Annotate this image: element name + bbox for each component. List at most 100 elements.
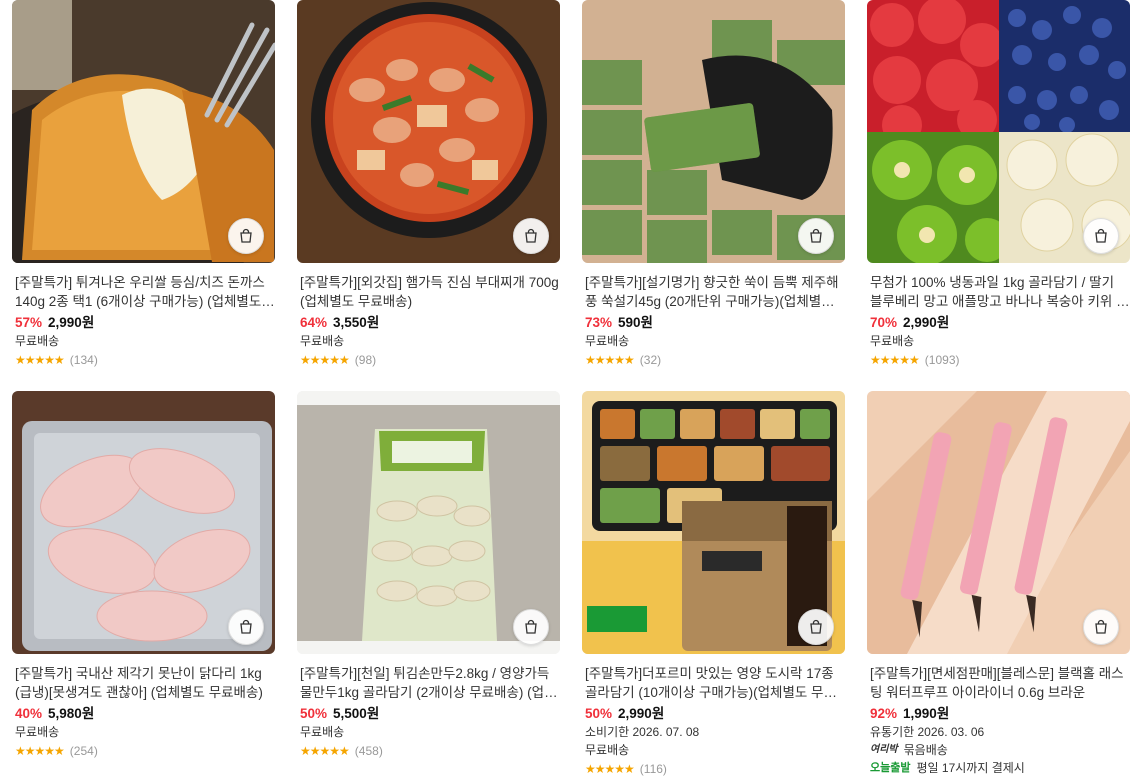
product-card[interactable]: [주말특가][설기명가] 향긋한 쑥이 듬뿍 제주해풍 쑥설기45g (20개단… <box>582 0 845 369</box>
bundle-shipping: 여리박 묶음배송 <box>870 741 1130 759</box>
price-row: 70% 2,990원 <box>870 313 1130 332</box>
shipping-info: 무료배송 <box>15 334 60 348</box>
rating: ★★★★★ (98) <box>300 351 560 369</box>
price-row: 73% 590원 <box>585 313 845 332</box>
review-count: (32) <box>639 353 662 367</box>
shopping-bag-icon <box>240 228 252 243</box>
rating: ★★★★★ (458) <box>300 742 560 760</box>
product-title[interactable]: [주말특가][면세점판매][블레스문] 블랙홀 래스팅 워터프루프 아이라이너 … <box>870 664 1130 702</box>
product-title[interactable]: [주말특가][설기명가] 향긋한 쑥이 듬뿍 제주해풍 쑥설기45g (20개단… <box>585 273 845 311</box>
add-to-cart-button[interactable] <box>798 609 834 645</box>
review-count: (98) <box>354 353 377 367</box>
shopping-bag-icon <box>1095 619 1107 634</box>
product-grid: [주말특가] 튀겨나온 우리쌀 등심/치즈 돈까스 140g 2종 택1 (6개… <box>0 0 1143 776</box>
add-to-cart-button[interactable] <box>513 609 549 645</box>
sale-price: 5,500원 <box>333 706 380 721</box>
today-delivery-note: 평일 17시까지 결제시 <box>916 761 1025 775</box>
product-image[interactable] <box>12 0 275 263</box>
product-title[interactable]: [주말특가][천일] 튀김손만두2.8kg / 영양가득 물만두1kg 골라담기… <box>300 664 560 702</box>
discount-rate: 57% <box>15 315 43 330</box>
star-icon: ★★★★★ <box>300 353 350 367</box>
sale-price: 2,990원 <box>618 706 665 721</box>
discount-rate: 92% <box>870 706 898 721</box>
expiry-date: 유통기한 2026. 03. 06 <box>870 725 985 739</box>
product-card[interactable]: 무첨가 100% 냉동과일 1kg 골라담기 / 딸기 블루베리 망고 애플망고… <box>867 0 1130 369</box>
add-to-cart-button[interactable] <box>798 218 834 254</box>
discount-rate: 50% <box>585 706 613 721</box>
review-count: (116) <box>639 762 667 776</box>
shipping-info: 무료배송 <box>300 334 345 348</box>
price-row: 64% 3,550원 <box>300 313 560 332</box>
discount-rate: 64% <box>300 315 328 330</box>
sale-price: 2,990원 <box>48 315 95 330</box>
sale-price: 5,980원 <box>48 706 95 721</box>
product-card[interactable]: [주말특가]더포르미 맛있는 영양 도시락 17종 골라담기 (10개이상 구매… <box>582 391 845 778</box>
rating: ★★★★★ (116) <box>585 760 845 778</box>
rating: ★★★★★ (254) <box>15 742 275 760</box>
product-title[interactable]: [주말특가][외갓집] 햄가득 진심 부대찌개 700g (업체별도 무료배송) <box>300 273 560 311</box>
seller-logo: 여리박 <box>870 744 898 755</box>
product-image[interactable] <box>867 391 1130 654</box>
price-row: 57% 2,990원 <box>15 313 275 332</box>
price-row: 92% 1,990원 <box>870 704 1130 723</box>
rating: ★★★★★ (134) <box>15 351 275 369</box>
shipping-info: 무료배송 <box>15 725 60 739</box>
discount-rate: 70% <box>870 315 898 330</box>
discount-rate: 50% <box>300 706 328 721</box>
shipping-info: 무료배송 <box>585 334 630 348</box>
add-to-cart-button[interactable] <box>228 609 264 645</box>
product-card[interactable]: [주말특가] 국내산 제각기 못난이 닭다리 1kg(급냉)[못생겨도 괜찮아]… <box>12 391 275 760</box>
price-row: 50% 5,500원 <box>300 704 560 723</box>
star-icon: ★★★★★ <box>15 353 65 367</box>
shipping-info: 무료배송 <box>870 334 915 348</box>
shopping-bag-icon <box>1095 228 1107 243</box>
product-image[interactable] <box>867 0 1130 263</box>
shopping-bag-icon <box>810 228 822 243</box>
discount-rate: 73% <box>585 315 613 330</box>
product-card[interactable]: [주말특가][외갓집] 햄가득 진심 부대찌개 700g (업체별도 무료배송)… <box>297 0 560 369</box>
review-count: (134) <box>69 353 98 367</box>
star-icon: ★★★★★ <box>870 353 920 367</box>
sale-price: 2,990원 <box>903 315 950 330</box>
star-icon: ★★★★★ <box>585 353 635 367</box>
sale-price: 3,550원 <box>333 315 380 330</box>
shopping-bag-icon <box>240 619 252 634</box>
price-row: 50% 2,990원 <box>585 704 845 723</box>
shopping-bag-icon <box>810 619 822 634</box>
today-shipping: 오늘출발 평일 17시까지 결제시 <box>870 759 1130 777</box>
product-title[interactable]: [주말특가]더포르미 맛있는 영양 도시락 17종 골라담기 (10개이상 구매… <box>585 664 845 702</box>
bundle-label: 묶음배송 <box>903 743 948 757</box>
add-to-cart-button[interactable] <box>513 218 549 254</box>
rating: ★★★★★ (1093) <box>870 351 1130 369</box>
shopping-bag-icon <box>525 619 537 634</box>
product-image[interactable] <box>582 391 845 654</box>
shopping-bag-icon <box>525 228 537 243</box>
star-icon: ★★★★★ <box>15 744 65 758</box>
discount-rate: 40% <box>15 706 43 721</box>
product-image[interactable] <box>297 0 560 263</box>
product-title[interactable]: [주말특가] 국내산 제각기 못난이 닭다리 1kg(급냉)[못생겨도 괜찮아]… <box>15 664 275 702</box>
shipping-info: 무료배송 <box>300 725 345 739</box>
review-count: (458) <box>354 744 383 758</box>
product-image[interactable] <box>582 0 845 263</box>
product-card[interactable]: [주말특가][천일] 튀김손만두2.8kg / 영양가득 물만두1kg 골라담기… <box>297 391 560 760</box>
rating: ★★★★★ (32) <box>585 351 845 369</box>
product-card[interactable]: [주말특가] 튀겨나온 우리쌀 등심/치즈 돈까스 140g 2종 택1 (6개… <box>12 0 275 369</box>
star-icon: ★★★★★ <box>300 744 350 758</box>
add-to-cart-button[interactable] <box>1083 218 1119 254</box>
today-delivery-badge: 오늘출발 <box>870 762 911 774</box>
product-title[interactable]: 무첨가 100% 냉동과일 1kg 골라담기 / 딸기 블루베리 망고 애플망고… <box>870 273 1130 311</box>
review-count: (1093) <box>924 353 960 367</box>
add-to-cart-button[interactable] <box>1083 609 1119 645</box>
product-image[interactable] <box>12 391 275 654</box>
price-row: 40% 5,980원 <box>15 704 275 723</box>
product-title[interactable]: [주말특가] 튀겨나온 우리쌀 등심/치즈 돈까스 140g 2종 택1 (6개… <box>15 273 275 311</box>
expiry-date: 소비기한 2026. 07. 08 <box>585 725 700 739</box>
sale-price: 590원 <box>618 315 653 330</box>
product-card[interactable]: [주말특가][면세점판매][블레스문] 블랙홀 래스팅 워터프루프 아이라이너 … <box>867 391 1130 777</box>
shipping-info: 무료배송 <box>585 743 630 757</box>
sale-price: 1,990원 <box>903 706 950 721</box>
review-count: (254) <box>69 744 98 758</box>
add-to-cart-button[interactable] <box>228 218 264 254</box>
product-image[interactable] <box>297 391 560 654</box>
